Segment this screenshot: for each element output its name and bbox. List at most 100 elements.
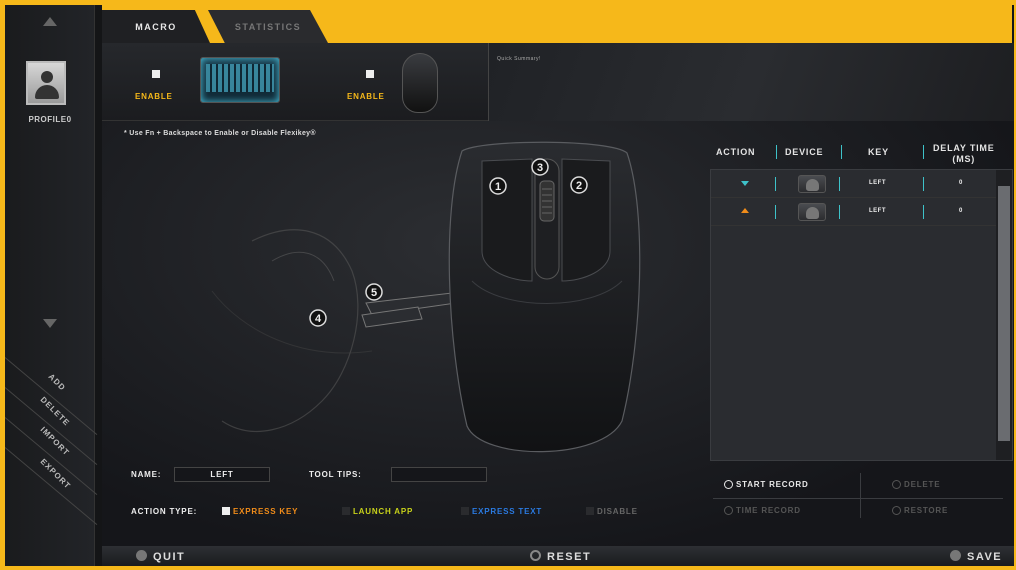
- table-scrollbar[interactable]: [996, 170, 1012, 460]
- tooltips-label: TOOL TIPS:: [309, 470, 362, 479]
- name-field[interactable]: LEFT: [174, 467, 270, 482]
- name-label: NAME:: [131, 470, 162, 479]
- profile-name: PROFILE0: [28, 115, 72, 124]
- keyboard-enable-checkbox[interactable]: [152, 70, 160, 78]
- quit-button[interactable]: QUIT: [136, 550, 185, 563]
- reset-button[interactable]: RESET: [530, 550, 591, 563]
- macro-table: LEFT 0 LEFT 0: [710, 169, 1013, 461]
- row-delay: 0: [959, 208, 963, 214]
- table-row[interactable]: LEFT 0: [711, 170, 996, 198]
- add-profile-button[interactable]: ADD: [47, 372, 110, 435]
- header-separator: [841, 145, 842, 159]
- launch-app-option[interactable]: LAUNCH APP: [342, 507, 413, 516]
- mouse-button-1-marker[interactable]: 1: [487, 175, 509, 202]
- mouse-enable-checkbox[interactable]: [366, 70, 374, 78]
- express-text-radio[interactable]: [461, 507, 469, 515]
- reset-label: RESET: [547, 551, 592, 563]
- col-delay-line2: (MS): [952, 154, 976, 164]
- mouse-enable-label: ENABLE: [347, 92, 385, 101]
- table-row[interactable]: LEFT 0: [711, 198, 996, 226]
- col-device: DEVICE: [785, 147, 824, 157]
- save-button[interactable]: SAVE: [950, 550, 1002, 563]
- start-record-label: START RECORD: [736, 480, 809, 489]
- disable-option[interactable]: DISABLE: [586, 507, 638, 516]
- delete-icon: [892, 480, 901, 490]
- mouse-button-5-marker[interactable]: 5: [363, 281, 385, 308]
- express-text-label: EXPRESS TEXT: [472, 507, 543, 516]
- save-icon: [950, 550, 961, 561]
- profile-sidebar: PROFILE0 ADD DELETE IMPORT EXPORT: [5, 5, 98, 566]
- delete-record-button[interactable]: DELETE: [892, 480, 940, 490]
- disable-radio[interactable]: [586, 507, 594, 515]
- mouse-device-icon[interactable]: [402, 53, 438, 113]
- restore-button[interactable]: RESTORE: [892, 506, 949, 516]
- reset-icon: [530, 550, 541, 561]
- record-icon: [724, 480, 733, 490]
- sidebar-divider: [5, 357, 98, 436]
- col-action: ACTION: [716, 147, 756, 157]
- scroll-down-arrow-icon[interactable]: [43, 319, 57, 328]
- action-type-label: ACTION TYPE:: [131, 507, 198, 516]
- flexikey-hint: * Use Fn + Backspace to Enable or Disabl…: [124, 130, 316, 137]
- timer-icon: [724, 506, 733, 516]
- mouse-button-3-number: 3: [537, 162, 543, 174]
- profile-avatar[interactable]: [26, 61, 66, 105]
- time-record-label: TIME RECORD: [736, 506, 801, 515]
- col-delay-line1: DELAY TIME: [933, 143, 995, 153]
- quit-label: QUIT: [153, 551, 186, 563]
- start-record-button[interactable]: START RECORD: [724, 480, 809, 490]
- restore-icon: [892, 506, 901, 516]
- record-divider: [713, 498, 1003, 499]
- keyboard-enable-label: ENABLE: [135, 92, 173, 101]
- mouse-device-icon: [798, 175, 826, 193]
- macro-panel: ENABLE ENABLE Quick Summary! * Use Fn + …: [102, 43, 1014, 546]
- sidebar-divider: [5, 417, 98, 496]
- mouse-button-1-number: 1: [495, 181, 501, 193]
- footer-bar: QUIT RESET SAVE: [102, 546, 1014, 566]
- app-window: PROFILE0 ADD DELETE IMPORT EXPORT STATIS…: [5, 5, 1014, 566]
- quick-summary-panel: Quick Summary!: [488, 43, 1014, 121]
- row-key: LEFT: [869, 180, 886, 186]
- keyboard-device-icon[interactable]: [200, 57, 280, 103]
- scroll-up-arrow-icon[interactable]: [43, 17, 57, 26]
- user-head-icon: [41, 71, 53, 83]
- key-down-arrow-icon: [741, 181, 749, 186]
- disable-label: DISABLE: [597, 507, 638, 516]
- mouse-illustration: [211, 141, 641, 453]
- user-body-icon: [35, 85, 59, 99]
- express-text-option[interactable]: EXPRESS TEXT: [461, 507, 542, 516]
- cell-separator: [775, 177, 776, 191]
- express-key-radio[interactable]: [222, 507, 230, 515]
- delete-profile-button[interactable]: DELETE: [39, 395, 102, 458]
- import-profile-button[interactable]: IMPORT: [39, 425, 102, 488]
- cell-separator: [839, 177, 840, 191]
- mouse-button-4-marker[interactable]: 4: [307, 307, 329, 334]
- record-vertical-divider: [860, 473, 861, 518]
- cell-separator: [839, 205, 840, 219]
- sidebar-divider: [5, 387, 98, 466]
- launch-app-radio[interactable]: [342, 507, 350, 515]
- launch-app-label: LAUNCH APP: [353, 507, 414, 516]
- header-separator: [923, 145, 924, 159]
- restore-label: RESTORE: [904, 506, 949, 515]
- tab-bar: STATISTICS MACRO: [102, 5, 1012, 43]
- tab-statistics[interactable]: STATISTICS: [208, 10, 328, 43]
- express-key-option[interactable]: EXPRESS KEY: [222, 507, 298, 516]
- scrollbar-thumb[interactable]: [998, 186, 1010, 441]
- mouse-button-2-marker[interactable]: 2: [568, 174, 590, 201]
- save-label: SAVE: [967, 551, 1003, 563]
- mouse-button-3-marker[interactable]: 3: [529, 156, 551, 183]
- time-record-button[interactable]: TIME RECORD: [724, 506, 801, 516]
- cell-separator: [923, 177, 924, 191]
- row-key: LEFT: [869, 208, 886, 214]
- export-profile-button[interactable]: EXPORT: [39, 457, 102, 520]
- mouse-button-2-number: 2: [576, 180, 582, 192]
- col-key: KEY: [868, 147, 889, 157]
- mouse-button-5-number: 5: [371, 287, 377, 299]
- express-key-label: EXPRESS KEY: [233, 507, 299, 516]
- tab-macro[interactable]: MACRO: [102, 10, 210, 43]
- power-icon: [136, 550, 147, 561]
- tooltips-field[interactable]: [391, 467, 487, 482]
- device-bar: ENABLE ENABLE Quick Summary!: [102, 43, 1014, 121]
- row-delay: 0: [959, 180, 963, 186]
